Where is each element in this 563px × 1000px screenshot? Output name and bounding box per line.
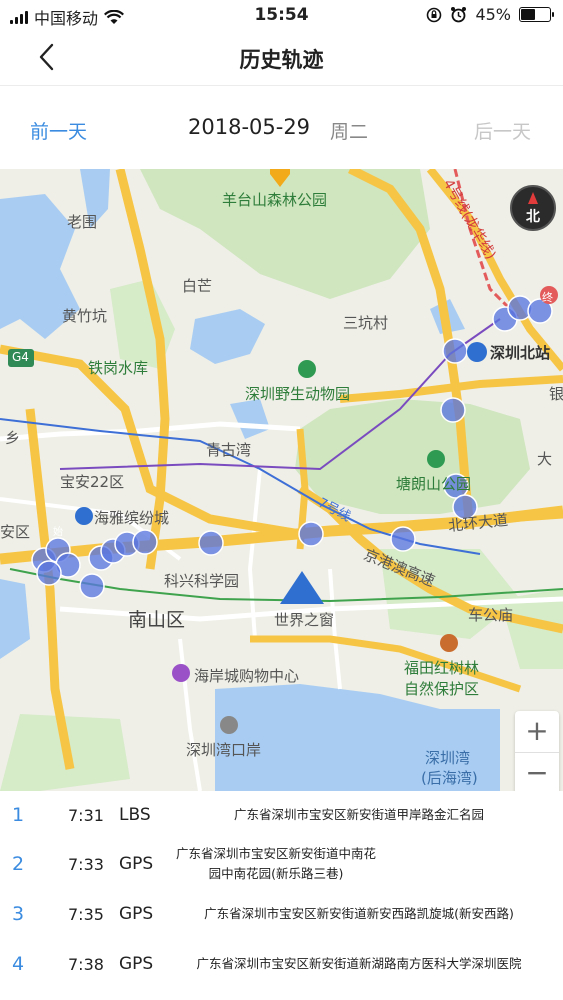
map-label-tanglangshan: 塘朗山公园 bbox=[396, 475, 472, 493]
map-label-shenzhenbei: 深圳北站 bbox=[490, 344, 551, 362]
map-label-mangrove-1: 福田红树林 bbox=[404, 659, 480, 677]
map-label-baoan22: 宝安22区 bbox=[60, 473, 125, 491]
map-label-tiegangshuiku: 铁岗水库 bbox=[88, 359, 149, 377]
track-row[interactable]: 1 7:31 LBS 广东省深圳市宝安区新安街道甲岸路金汇名园 bbox=[0, 791, 563, 841]
map-label-kexing: 科兴科学园 bbox=[164, 572, 240, 590]
track-index: 1 bbox=[12, 804, 25, 826]
battery-icon bbox=[519, 7, 554, 22]
compass-button[interactable]: 北 bbox=[510, 185, 556, 231]
map-label-mangrove-2: 自然保护区 bbox=[404, 680, 480, 698]
map-label-nanshanqu: 南山区 bbox=[128, 609, 186, 631]
track-point bbox=[36, 560, 62, 586]
map-label-zhong: 终 bbox=[542, 291, 553, 304]
track-type: GPS bbox=[119, 904, 154, 924]
map-label-xiang: 乡 bbox=[5, 429, 21, 447]
map-label-window-world: 世界之窗 bbox=[274, 611, 335, 629]
track-list: 1 7:31 LBS 广东省深圳市宝安区新安街道甲岸路金汇名园 2 7:33 G… bbox=[0, 791, 563, 1000]
map-view[interactable]: 羊台山森林公园 老围 白芒 黄竹坑 三坑村 铁岗水库 深圳野生动物园 青古湾 塘… bbox=[0, 169, 563, 791]
map-label-g4: G4 bbox=[12, 350, 29, 364]
map-label-haian: 海岸城购物中心 bbox=[194, 667, 300, 685]
track-row[interactable]: 4 7:38 GPS 广东省深圳市宝安区新安街道新湖路南方医科大学深圳医院 bbox=[0, 941, 563, 991]
map-label-sankengcun: 三坑村 bbox=[343, 314, 389, 332]
map-label-chegongmiao: 车公庙 bbox=[468, 606, 514, 624]
track-index: 4 bbox=[12, 953, 25, 975]
map-label-shi: 始 bbox=[53, 527, 63, 538]
status-right: 45% bbox=[426, 5, 554, 24]
track-time: 7:33 bbox=[68, 855, 104, 874]
battery-percent: 45% bbox=[475, 5, 511, 24]
track-type: LBS bbox=[119, 805, 151, 825]
current-date[interactable]: 2018-05-29 bbox=[188, 115, 310, 139]
track-address: 广东省深圳市宝安区新安街道甲岸路金汇名园 bbox=[233, 807, 484, 822]
alarm-icon bbox=[451, 7, 467, 23]
track-time: 7:31 bbox=[68, 806, 104, 825]
map-label-anqu: 安区 bbox=[0, 523, 31, 541]
compass-label: 北 bbox=[526, 209, 540, 225]
panda-icon bbox=[298, 360, 316, 378]
map-label-qinggucwan: 青古湾 bbox=[206, 441, 252, 459]
next-day-button[interactable]: 后一天 bbox=[474, 117, 531, 144]
map-label-laowei: 老围 bbox=[67, 213, 98, 231]
track-point bbox=[390, 526, 416, 552]
track-point bbox=[198, 530, 224, 556]
track-type: GPS bbox=[119, 954, 154, 974]
port-icon bbox=[220, 716, 238, 734]
track-point bbox=[79, 573, 105, 599]
map-label-dalang: 大 bbox=[537, 450, 553, 468]
map-label-shenzhenwan-2: (后海湾) bbox=[421, 769, 478, 787]
track-point bbox=[132, 529, 158, 555]
rotation-lock-icon bbox=[427, 7, 442, 22]
track-time: 7:35 bbox=[68, 905, 104, 924]
map-label-wildlife-park: 深圳野生动物园 bbox=[245, 385, 351, 403]
map-label-yin: 银 bbox=[549, 385, 563, 403]
track-address: 广东省深圳市宝安区新安街道新安西路凯旋城(新安西路) bbox=[204, 906, 514, 921]
map-label-shenzhenwan-port: 深圳湾口岸 bbox=[186, 741, 262, 759]
track-address: 广东省深圳市宝安区新安街道中南花园中南花园(新乐路三巷) bbox=[176, 846, 377, 881]
track-time: 7:38 bbox=[68, 955, 104, 974]
park-icon bbox=[427, 450, 445, 468]
mall-icon bbox=[75, 507, 93, 525]
mall-icon bbox=[172, 664, 190, 682]
status-bar: 中国移动 15:54 45% bbox=[0, 0, 563, 30]
page-title: 历史轨迹 bbox=[239, 48, 324, 72]
date-bar: 前一天 2018-05-29 周二 后一天 bbox=[0, 87, 563, 169]
map-label-haiya: 海雅缤纷城 bbox=[94, 509, 170, 527]
track-row[interactable]: 3 7:35 GPS 广东省深圳市宝安区新安街道新安西路凯旋城(新安西路) bbox=[0, 891, 563, 941]
prev-day-button[interactable]: 前一天 bbox=[30, 117, 87, 144]
track-point bbox=[442, 338, 468, 364]
zoom-control: + − bbox=[515, 711, 559, 791]
track-index: 2 bbox=[12, 853, 25, 875]
track-address: 广东省深圳市宝安区新安街道新湖路南方医科大学深圳医院 bbox=[196, 956, 522, 971]
zoom-in-button[interactable]: + bbox=[515, 711, 559, 753]
track-index: 3 bbox=[12, 903, 25, 925]
hospital-icon bbox=[440, 634, 458, 652]
map-label-shenzhenwan-1: 深圳湾 bbox=[425, 749, 471, 767]
track-point bbox=[440, 397, 466, 423]
map-label-baimang: 白芒 bbox=[182, 277, 213, 295]
track-type: GPS bbox=[119, 854, 154, 874]
nav-bar: 历史轨迹 bbox=[0, 30, 563, 86]
zoom-out-button[interactable]: − bbox=[515, 753, 559, 791]
track-point bbox=[298, 521, 324, 547]
weekday-label: 周二 bbox=[330, 121, 369, 143]
building-icon bbox=[280, 571, 324, 604]
track-row[interactable]: 2 7:33 GPS 广东省深圳市宝安区新安街道中南花园中南花园(新乐路三巷) bbox=[0, 841, 563, 891]
map-label-huangzhukeng: 黄竹坑 bbox=[62, 307, 108, 325]
map-label-yangtaishan: 羊台山森林公园 bbox=[222, 191, 328, 209]
metro-station-icon bbox=[467, 342, 487, 362]
